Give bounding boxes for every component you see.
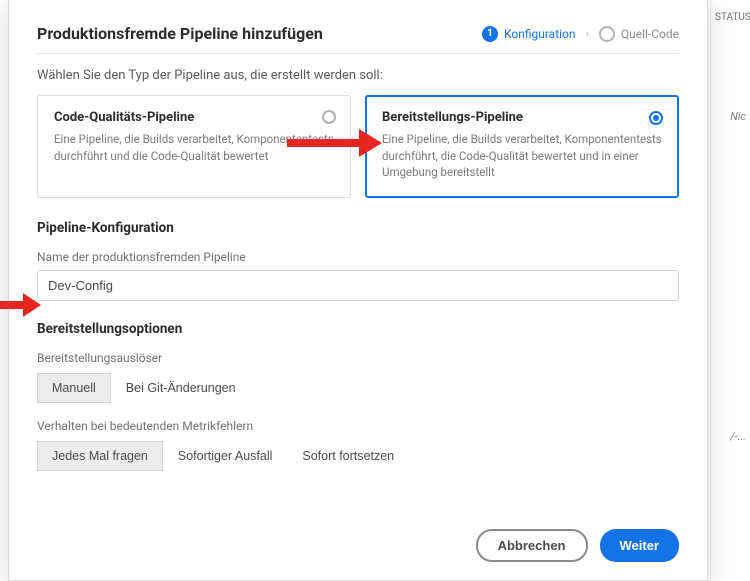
card-code-quality[interactable]: Code-Qualitäts-Pipeline Eine Pipeline, d… xyxy=(37,95,351,198)
deploy-options-heading: Bereitstellungsoptionen xyxy=(37,321,679,337)
bg-text-dash: /-... xyxy=(730,430,746,443)
pipeline-type-cards: Code-Qualitäts-Pipeline Eine Pipeline, d… xyxy=(37,95,679,198)
add-pipeline-modal: Produktionsfremde Pipeline hinzufügen 1 … xyxy=(8,0,708,581)
metric-ask[interactable]: Jedes Mal fragen xyxy=(37,441,163,471)
metric-group: Jedes Mal fragen Sofortiger Ausfall Sofo… xyxy=(37,441,679,471)
step-konfiguration[interactable]: 1 Konfiguration xyxy=(482,26,576,42)
pipeline-name-input[interactable] xyxy=(37,270,679,301)
modal-header: Produktionsfremde Pipeline hinzufügen 1 … xyxy=(37,24,679,43)
bg-text-nic: Nic xyxy=(730,110,746,123)
header-divider xyxy=(37,53,679,54)
trigger-manual[interactable]: Manuell xyxy=(37,373,111,403)
trigger-label: Bereitstellungsauslöser xyxy=(37,351,679,365)
modal-footer: Abbrechen Weiter xyxy=(37,519,679,562)
card-deployment[interactable]: Bereitstellungs-Pipeline Eine Pipeline, … xyxy=(365,95,679,198)
card-desc: Eine Pipeline, die Builds verarbeitet, K… xyxy=(382,131,662,181)
config-heading: Pipeline-Konfiguration xyxy=(37,220,679,236)
trigger-git[interactable]: Bei Git-Änderungen xyxy=(111,373,251,403)
metric-continue[interactable]: Sofort fortsetzen xyxy=(287,441,409,471)
type-prompt: Wählen Sie den Typ der Pipeline aus, die… xyxy=(37,68,679,83)
modal-title: Produktionsfremde Pipeline hinzufügen xyxy=(37,24,323,43)
step-quellcode[interactable]: Quell-Code xyxy=(599,26,679,42)
chevron-right-icon: › xyxy=(586,27,589,40)
status-header: STATUS xyxy=(715,12,746,23)
step-circle-icon xyxy=(599,26,615,42)
cancel-button[interactable]: Abbrechen xyxy=(476,529,588,562)
step-number-icon: 1 xyxy=(482,26,498,42)
metric-fail[interactable]: Sofortiger Ausfall xyxy=(163,441,288,471)
card-desc: Eine Pipeline, die Builds verarbeitet, K… xyxy=(54,131,334,164)
radio-on-icon xyxy=(649,111,663,125)
next-button[interactable]: Weiter xyxy=(600,529,680,562)
background-column: STATUS Nic /-... xyxy=(710,0,750,581)
trigger-group: Manuell Bei Git-Änderungen xyxy=(37,373,679,403)
step-label: Quell-Code xyxy=(621,27,679,41)
pipeline-name-label: Name der produktionsfremden Pipeline xyxy=(37,250,679,264)
step-label: Konfiguration xyxy=(504,27,576,41)
wizard-stepper: 1 Konfiguration › Quell-Code xyxy=(482,26,679,42)
radio-off-icon xyxy=(322,110,336,124)
card-title: Code-Qualitäts-Pipeline xyxy=(54,110,334,125)
card-title: Bereitstellungs-Pipeline xyxy=(382,110,662,125)
metric-behavior-label: Verhalten bei bedeutenden Metrikfehlern xyxy=(37,419,679,433)
